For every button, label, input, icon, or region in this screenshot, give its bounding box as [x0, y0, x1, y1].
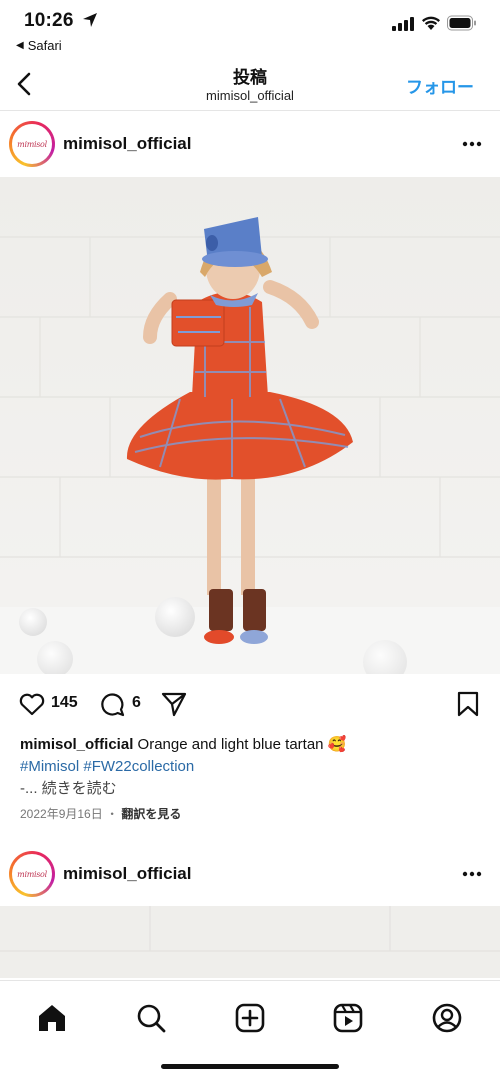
battery-icon [447, 15, 476, 31]
likes-count[interactable]: 145 [51, 694, 78, 712]
location-arrow-icon [83, 13, 97, 27]
create-icon[interactable] [233, 1001, 267, 1035]
caption-username[interactable]: mimisol_official [20, 736, 133, 753]
reels-icon[interactable] [331, 1001, 365, 1035]
home-indicator[interactable] [161, 1064, 339, 1069]
read-more-link[interactable]: 続きを読む [42, 780, 117, 797]
bookmark-icon[interactable] [455, 690, 481, 718]
comment-icon[interactable] [98, 690, 126, 718]
profile-icon[interactable] [430, 1001, 464, 1035]
follow-button[interactable]: フォロー [406, 73, 474, 98]
next-post-photo-illustration [0, 906, 500, 978]
avatar[interactable]: mimisol [9, 121, 55, 167]
post-photo[interactable] [0, 177, 500, 674]
post-date: 2022年9月16日 [20, 807, 103, 821]
back-to-app-link[interactable]: ◀ Safari [16, 38, 62, 53]
date-separator: ・ [106, 807, 119, 821]
more-options-icon[interactable] [462, 871, 482, 877]
share-send-icon[interactable] [160, 690, 188, 718]
comments-count[interactable]: 6 [132, 694, 141, 712]
next-post-photo[interactable] [0, 906, 500, 978]
caption-text: Orange and light blue tartan 🥰 [137, 736, 347, 753]
header-divider [0, 110, 500, 111]
post-date-row: 2022年9月16日 ・ 翻訳を見る [20, 805, 181, 822]
cellular-signal-icon [392, 17, 414, 31]
like-heart-icon[interactable] [18, 690, 46, 718]
post-caption: mimisol_official Orange and light blue t… [20, 734, 480, 800]
home-icon[interactable] [35, 1001, 69, 1035]
translate-link[interactable]: 翻訳を見る [121, 807, 181, 821]
back-app-label: Safari [27, 38, 62, 53]
wifi-icon [422, 16, 440, 30]
hashtag-link[interactable]: #Mimisol [20, 758, 79, 775]
post-username[interactable]: mimisol_official [63, 134, 191, 154]
search-icon[interactable] [134, 1001, 168, 1035]
hashtag-link[interactable]: #FW22collection [83, 758, 194, 775]
post-photo-illustration [0, 177, 500, 674]
back-triangle-icon: ◀ [16, 40, 24, 51]
avatar-logo: mimisol [17, 869, 47, 879]
more-options-icon[interactable] [462, 141, 482, 147]
status-time: 10:26 [24, 10, 74, 31]
avatar[interactable]: mimisol [9, 851, 55, 897]
avatar-logo: mimisol [17, 139, 47, 149]
next-post-username[interactable]: mimisol_official [63, 864, 191, 884]
caption-truncated: -... [20, 780, 38, 797]
